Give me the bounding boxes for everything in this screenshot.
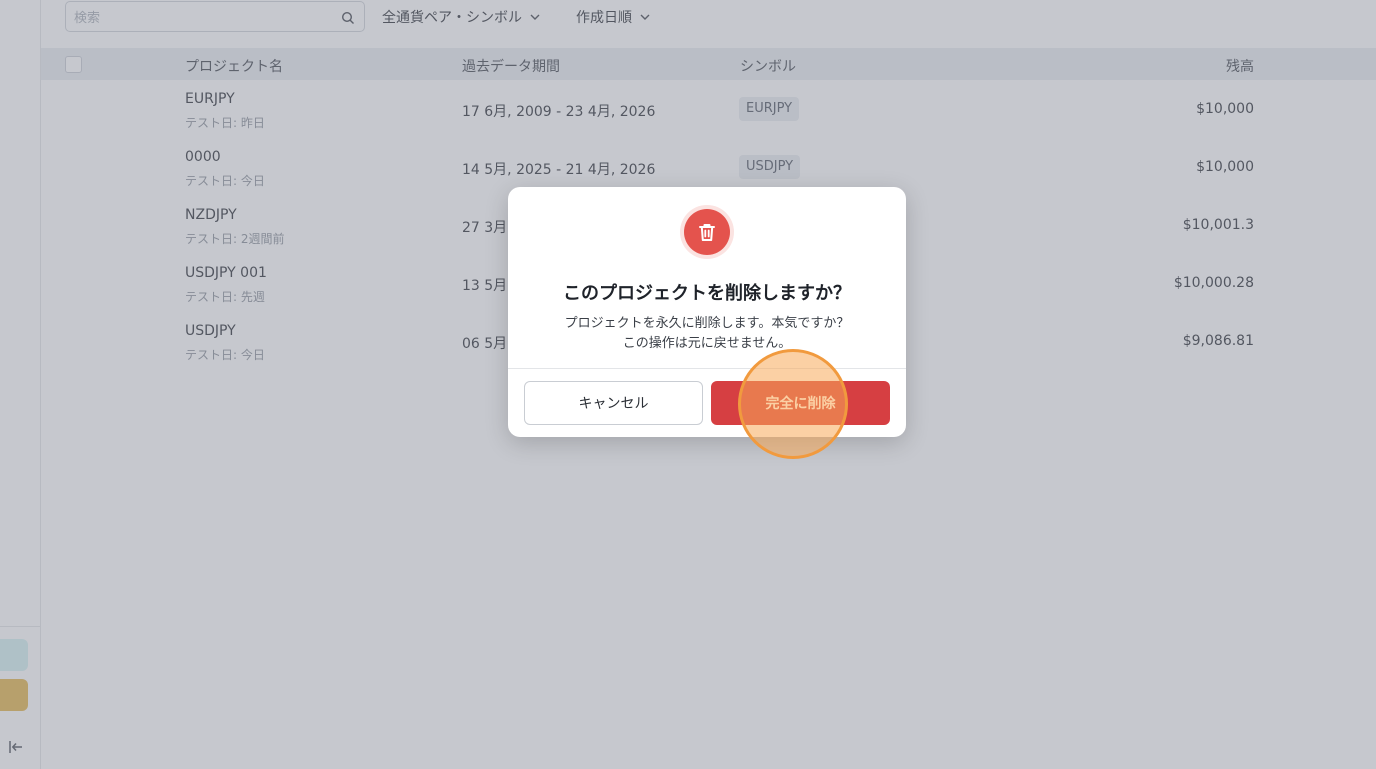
- dialog-message: プロジェクトを永久に削除します。本気ですか？ この操作は元に戻せません。: [508, 314, 906, 354]
- delete-permanently-button[interactable]: 完全に削除: [711, 381, 890, 425]
- dialog-divider: [508, 368, 906, 369]
- dialog-message-line2: この操作は元に戻せません。: [622, 336, 792, 351]
- trash-icon: [684, 209, 730, 255]
- cancel-button[interactable]: キャンセル: [524, 381, 703, 425]
- dialog-title: このプロジェクトを削除しますか？: [563, 283, 851, 304]
- delete-project-dialog: このプロジェクトを削除しますか？ プロジェクトを永久に削除します。本気ですか？ …: [508, 187, 906, 437]
- dialog-message-line1: プロジェクトを永久に削除します。本気ですか？: [564, 316, 850, 331]
